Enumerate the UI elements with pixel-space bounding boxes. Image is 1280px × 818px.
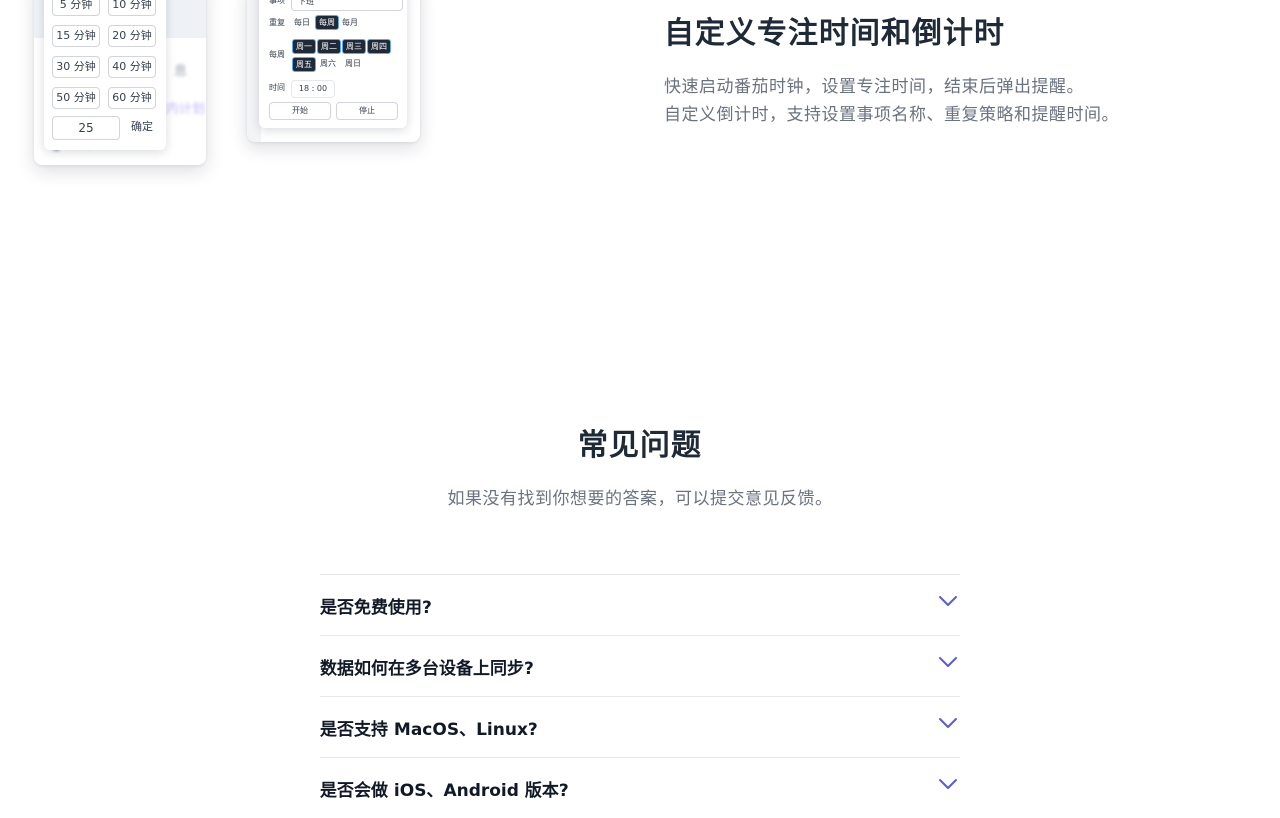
weekday-thu[interactable]: 周四: [367, 39, 391, 54]
time-input[interactable]: 18 : 00: [291, 80, 335, 98]
faq-question: 是否会做 iOS、Android 版本?: [320, 781, 569, 801]
item-input[interactable]: 下班: [291, 0, 403, 11]
weekday-tue[interactable]: 周二: [317, 39, 341, 54]
preset-60-min[interactable]: 60 分钟: [108, 87, 156, 109]
chevron-down-icon[interactable]: [938, 595, 958, 607]
feature-description-line-2: 自定义倒计时，支持设置事项名称、重复策略和提醒时间。: [664, 105, 1119, 125]
preset-15-min[interactable]: 15 分钟: [52, 25, 100, 47]
faq-question: 是否支持 MacOS、Linux?: [320, 720, 538, 740]
repeat-label: 重复: [269, 18, 285, 27]
faq-item-macos-linux[interactable]: 是否支持 MacOS、Linux?: [320, 696, 960, 757]
faq-question: 是否免费使用?: [320, 598, 432, 618]
preset-50-min[interactable]: 50 分钟: [52, 87, 100, 109]
stop-button[interactable]: 停止: [336, 102, 398, 120]
weekly-label: 每周: [269, 50, 285, 59]
faq-subtitle: 如果没有找到你想要的答案，可以提交意见反馈。: [447, 489, 833, 509]
weekday-sun[interactable]: 周日: [342, 57, 364, 70]
weekday-mon[interactable]: 周一: [292, 39, 316, 54]
preset-10-min[interactable]: 10 分钟: [108, 0, 156, 16]
weekday-fri[interactable]: 周五: [292, 57, 316, 72]
repeat-monthly[interactable]: 每月: [339, 16, 361, 29]
blurred-background-text: 息: [174, 64, 188, 79]
faq-item-mobile[interactable]: 是否会做 iOS、Android 版本?: [320, 757, 960, 818]
preset-5-min[interactable]: 5 分钟: [52, 0, 100, 16]
faq-item-free[interactable]: 是否免费使用?: [320, 574, 960, 635]
preset-20-min[interactable]: 20 分钟: [108, 25, 156, 47]
confirm-button[interactable]: 确定: [126, 116, 158, 138]
preset-30-min[interactable]: 30 分钟: [52, 56, 100, 78]
weekday-sat[interactable]: 周六: [317, 57, 339, 70]
chevron-down-icon[interactable]: [938, 778, 958, 790]
faq-item-sync[interactable]: 数据如何在多台设备上同步?: [320, 635, 960, 696]
repeat-weekly[interactable]: 每周: [315, 15, 339, 30]
time-label: 时间: [269, 83, 285, 92]
custom-minutes-input[interactable]: 25: [52, 116, 120, 140]
faq-title: 常见问题: [578, 428, 702, 463]
focus-timer-screenshot: 息 内计划 ▌ 讨论项目 5 分钟 10 分钟 15 分钟 20 分钟 30 分…: [34, 0, 206, 165]
chevron-down-icon[interactable]: [938, 717, 958, 729]
countdown-screenshot: 事项 下班 重复 每日 每周 每月 每周 周一 周二 周三 周四 周五 周六 周…: [247, 0, 420, 142]
faq-question: 数据如何在多台设备上同步?: [320, 659, 534, 679]
chevron-down-icon[interactable]: [938, 656, 958, 668]
feature-title: 自定义专注时间和倒计时: [664, 16, 1005, 51]
item-label: 事项: [269, 0, 285, 5]
feature-description-line-1: 快速启动番茄时钟，设置专注时间，结束后弹出提醒。: [664, 77, 1084, 97]
repeat-daily[interactable]: 每日: [291, 16, 313, 29]
start-button[interactable]: 开始: [269, 102, 331, 120]
timer-preset-panel: 5 分钟 10 分钟 15 分钟 20 分钟 30 分钟 40 分钟 50 分钟…: [44, 0, 166, 150]
blurred-background-text: 内计划: [166, 102, 206, 117]
countdown-settings-panel: 事项 下班 重复 每日 每周 每月 每周 周一 周二 周三 周四 周五 周六 周…: [259, 0, 407, 128]
preset-40-min[interactable]: 40 分钟: [108, 56, 156, 78]
weekday-wed[interactable]: 周三: [342, 39, 366, 54]
